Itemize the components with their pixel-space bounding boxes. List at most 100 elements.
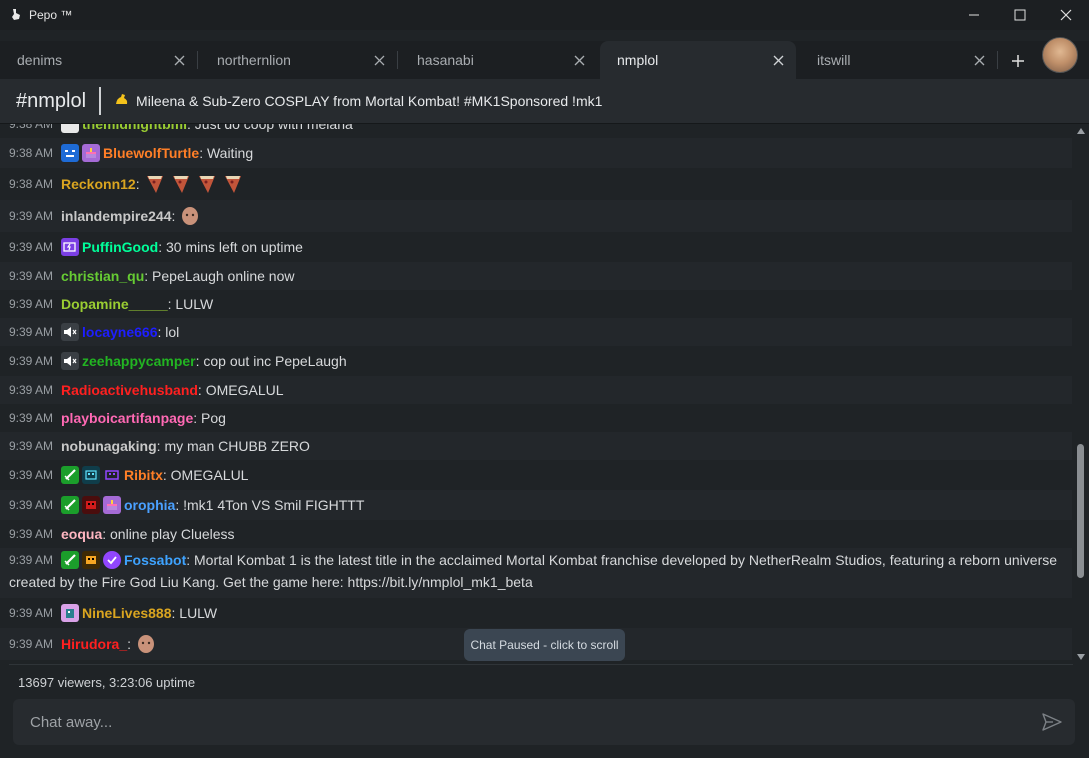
- chat-input-container: [13, 699, 1075, 745]
- tab-northernlion[interactable]: northernlion: [200, 41, 397, 79]
- cat-badge-icon: [61, 604, 79, 622]
- username[interactable]: christian_qu: [61, 266, 144, 286]
- message-text: Waiting: [206, 145, 254, 161]
- message-text: PepeLaugh online now: [152, 268, 295, 284]
- tab-label: nmplol: [617, 52, 659, 68]
- chat-log[interactable]: 9:38 AM themidnightbml: Just do coop wit…: [0, 124, 1072, 664]
- chat-message: 9:39 AM nobunagaking: my man CHUBB ZERO: [0, 432, 1072, 460]
- chat-message: 9:39 AM zeehappycamper: cop out inc Pepe…: [9, 351, 347, 371]
- channel-name: #nmplol: [16, 89, 87, 112]
- message-text: 30 mins left on uptime: [165, 239, 303, 255]
- chat-message: 9:39 AM Ribitx: OMEGALUL: [9, 465, 249, 485]
- timestamp: 9:38 AM: [9, 124, 54, 131]
- scroll-up-arrow-icon: [1077, 128, 1085, 134]
- tab-itswill[interactable]: itswill: [800, 41, 997, 79]
- tab-separator: [997, 51, 998, 69]
- username[interactable]: NineLives888: [82, 603, 172, 623]
- stream-title-text: Mileena & Sub-Zero COSPLAY from Mortal K…: [136, 93, 603, 109]
- send-button[interactable]: [1041, 711, 1063, 733]
- muted-badge-icon: [61, 352, 79, 370]
- minimize-icon: [969, 14, 979, 16]
- send-icon: [1042, 713, 1062, 731]
- tab-nmplol[interactable]: nmplol: [600, 41, 796, 79]
- maximize-button[interactable]: [997, 0, 1043, 30]
- pizza-emote-icon: [198, 176, 215, 193]
- timestamp: 9:39 AM: [9, 498, 54, 512]
- chat-message: 9:39 AM inlandempire244:: [0, 200, 1072, 232]
- username[interactable]: orophia: [124, 495, 175, 515]
- tab-close-button[interactable]: [171, 52, 187, 68]
- battery-badge-icon: [61, 238, 79, 256]
- tab-close-button[interactable]: [571, 52, 587, 68]
- message-text: OMEGALUL: [205, 382, 284, 398]
- pizza-emote-icon: [224, 176, 241, 193]
- close-icon: [574, 55, 584, 65]
- chat-message: 9:39 AM eoqua: online play Clueless: [9, 524, 235, 544]
- tab-close-button[interactable]: [371, 52, 387, 68]
- minimize-button[interactable]: [951, 0, 997, 30]
- username[interactable]: Hirudora_: [61, 634, 127, 654]
- sword-badge-icon: [61, 496, 79, 514]
- timestamp: 9:39 AM: [9, 325, 54, 339]
- timestamp: 9:39 AM: [9, 606, 54, 620]
- timestamp: 9:39 AM: [9, 354, 54, 368]
- face-badge-icon: [61, 144, 79, 162]
- tab-label: northernlion: [217, 52, 291, 68]
- timestamp: 9:39 AM: [9, 553, 54, 567]
- channel-header: #nmplol Mileena & Sub-Zero COSPLAY from …: [0, 79, 1089, 124]
- tab-hasanabi[interactable]: hasanabi: [400, 41, 597, 79]
- tab-close-button[interactable]: [971, 52, 987, 68]
- close-icon: [1060, 9, 1072, 21]
- footer-divider: [9, 664, 1073, 665]
- app-logo-icon: [9, 8, 23, 22]
- stream-title: Mileena & Sub-Zero COSPLAY from Mortal K…: [114, 92, 602, 111]
- stream-stats: 13697 viewers, 3:23:06 uptime: [18, 675, 196, 690]
- username[interactable]: Fossabot: [124, 550, 186, 570]
- chat-message: 9:39 AM PuffinGood: 30 mins left on upti…: [9, 237, 303, 257]
- scroll-thumb[interactable]: [1077, 444, 1084, 578]
- username[interactable]: nobunagaking: [61, 436, 157, 456]
- timestamp: 9:39 AM: [9, 527, 54, 541]
- username[interactable]: themidnightbml: [82, 124, 187, 134]
- username[interactable]: Radioactivehusband: [61, 380, 198, 400]
- verified-badge-icon: [103, 551, 121, 569]
- username[interactable]: PuffinGood: [82, 237, 158, 257]
- chat-message: 9:38 AM themidnightbml: Just do coop wit…: [0, 124, 1072, 135]
- close-window-button[interactable]: [1043, 0, 1089, 30]
- timestamp: 9:39 AM: [9, 439, 54, 453]
- username[interactable]: Ribitx: [124, 465, 163, 485]
- message-text: LULW: [175, 296, 214, 312]
- emote-badge-icon: [61, 124, 79, 133]
- timestamp: 9:39 AM: [9, 240, 54, 254]
- username[interactable]: Dopamine_____: [61, 294, 168, 314]
- chat-scrollbar[interactable]: [1073, 124, 1089, 664]
- user-avatar[interactable]: [1042, 37, 1078, 73]
- chat-message: 9:39 AM Radioactivehusband: OMEGALUL: [0, 376, 1072, 404]
- username[interactable]: zeehappycamper: [82, 351, 196, 371]
- username[interactable]: playboicartifanpage: [61, 408, 193, 428]
- chat-message: 9:38 AM Reckonn12:: [0, 168, 1072, 200]
- message-text: lol: [165, 324, 180, 340]
- chat-input[interactable]: [30, 713, 1010, 731]
- sword-badge-icon: [61, 466, 79, 484]
- pizza-emote-icon: [146, 176, 163, 193]
- tab-label: denims: [17, 52, 63, 68]
- tab-denims[interactable]: denims: [0, 41, 197, 79]
- username[interactable]: BluewolfTurtle: [103, 143, 199, 163]
- message-text: online play Clueless: [110, 526, 235, 542]
- username[interactable]: inlandempire244: [61, 206, 172, 226]
- message-text: cop out inc PepeLaugh: [203, 353, 347, 369]
- timestamp: 9:38 AM: [9, 146, 54, 160]
- add-tab-button[interactable]: [1006, 49, 1030, 73]
- username[interactable]: eoqua: [61, 524, 102, 544]
- face-emote-icon: [182, 207, 199, 225]
- invader-badge-icon: [103, 466, 121, 484]
- chat-message: 9:39 AM Dopamine_____: LULW: [9, 294, 214, 314]
- tab-close-button[interactable]: [770, 52, 786, 68]
- username[interactable]: Reckonn12: [61, 174, 136, 194]
- username[interactable]: locayne666: [82, 322, 158, 342]
- tab-separator: [197, 51, 198, 69]
- chat-message: 9:39 AM orophia: !mk1 4Ton VS Smil FIGHT…: [0, 490, 1072, 520]
- chat-paused-button[interactable]: Chat Paused - click to scroll: [464, 629, 625, 661]
- message-text: my man CHUBB ZERO: [164, 438, 310, 454]
